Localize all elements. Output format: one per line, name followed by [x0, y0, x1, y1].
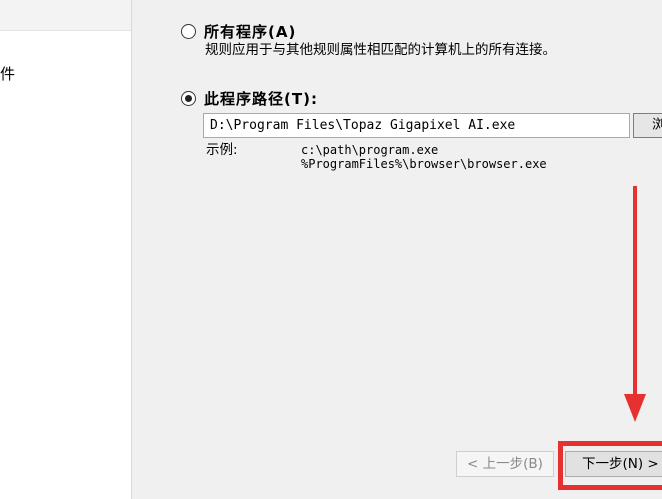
arrow-head: [624, 394, 646, 422]
this-program-radio[interactable]: [181, 91, 196, 106]
all-programs-radio[interactable]: [181, 24, 196, 39]
back-button[interactable]: < 上一步(B): [456, 451, 554, 477]
wizard-steps-sidebar: 件: [0, 0, 132, 499]
sidebar-step-highlight: [0, 0, 131, 31]
red-arrow-annotation: [624, 186, 646, 422]
next-button[interactable]: 下一步(N) >: [565, 451, 662, 477]
browse-button[interactable]: 浏: [633, 113, 662, 138]
sidebar-step-label[interactable]: 件: [0, 64, 15, 84]
all-programs-description: 规则应用于与其他规则属性相匹配的计算机上的所有连接。: [205, 42, 556, 58]
example-path-1: c:\path\program.exe: [301, 143, 439, 157]
this-program-option[interactable]: 此程序路径(T):: [181, 88, 318, 109]
example-label: 示例:: [206, 142, 238, 158]
program-path-input[interactable]: D:\Program Files\Topaz Gigapixel AI.exe: [203, 113, 630, 138]
all-programs-label[interactable]: 所有程序(A): [204, 21, 296, 42]
example-path-2: %ProgramFiles%\browser\browser.exe: [301, 157, 547, 171]
this-program-label[interactable]: 此程序路径(T):: [204, 88, 318, 109]
all-programs-option[interactable]: 所有程序(A): [181, 21, 296, 42]
